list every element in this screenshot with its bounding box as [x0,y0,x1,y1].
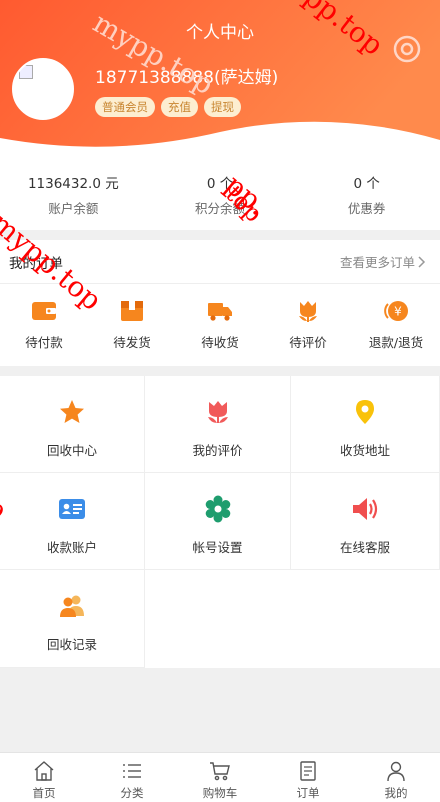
bottom-tab-bar: 首页 分类 购物车 订单 我的 [0,752,440,802]
profile-header: 个人中心 18771388888(萨达姆) 普通会员 充值 提现 [0,0,440,160]
tab-label: 我的 [384,786,408,800]
cart-icon [210,762,230,781]
grid-item-my-reviews[interactable]: 我的评价 [145,376,291,473]
tab-label: 首页 [32,786,56,800]
my-orders-section: 我的订单 查看更多订单 待付款 待发货 待收货 待评价 ¥ 退款/退货 [0,240,440,366]
star-icon [60,400,84,423]
truck-icon [208,303,232,321]
user-icon [387,761,405,782]
page-title: 个人中心 [186,23,254,43]
refund-icon: ¥ [384,301,408,321]
tab-home[interactable]: 首页 [0,753,88,802]
id-card-icon [59,499,85,519]
avatar[interactable] [12,58,74,120]
users-icon [60,595,84,617]
chevron-right-icon [418,255,426,268]
tab-label: 分类 [120,786,144,800]
tab-orders[interactable]: 订单 [264,753,352,802]
grid-item-customer-service[interactable]: 在线客服 [291,473,440,570]
stat-label: 积分余额 [195,201,246,216]
tulip-icon [207,401,228,423]
settings-gear-icon[interactable] [392,34,422,64]
grid-label: 回收中心 [46,443,97,458]
stat-value: 0 个 [353,176,380,192]
grid-item-recycle-center[interactable]: 回收中心 [0,376,145,473]
tab-label: 购物车 [202,786,238,800]
order-pending-receipt[interactable]: 待收货 [176,284,264,364]
order-pending-payment[interactable]: 待付款 [0,284,88,364]
tab-mine[interactable]: 我的 [352,753,440,802]
tab-category[interactable]: 分类 [88,753,176,802]
orders-title: 我的订单 [9,255,63,272]
stat-balance[interactable]: 1136432.0 元 账户余额 [0,160,147,230]
order-refund[interactable]: ¥ 退款/退货 [352,284,440,364]
order-label: 待付款 [25,335,63,350]
box-icon [121,301,143,321]
grid-item-address[interactable]: 收货地址 [291,376,440,473]
order-pending-review[interactable]: 待评价 [264,284,352,364]
stat-coupons[interactable]: 0 个 优惠券 [293,160,440,230]
user-name: 18771388888(萨达姆) [95,68,279,88]
gear-icon [205,495,230,523]
grid-item-account-settings[interactable]: 帐号设置 [145,473,291,570]
grid-label: 帐号设置 [192,540,243,555]
order-label: 待发货 [113,335,151,350]
member-level-badge: 普通会员 [95,97,155,117]
grid-label: 我的评价 [192,443,243,458]
grid-label: 收款账户 [46,540,97,555]
order-label: 待评价 [289,335,327,350]
order-label: 待收货 [201,335,239,350]
location-pin-icon [356,400,374,424]
view-more-label: 查看更多订单 [339,255,415,270]
grid-label: 回收记录 [46,637,97,652]
order-pending-shipment[interactable]: 待发货 [88,284,176,364]
list-icon [123,764,141,778]
grid-empty-cell [145,570,291,668]
grid-item-payment-account[interactable]: 收款账户 [0,473,145,570]
grid-label: 收货地址 [339,443,390,458]
home-icon [34,761,54,781]
flower-icon [299,301,317,322]
tab-cart[interactable]: 购物车 [176,753,264,802]
tab-label: 订单 [296,786,320,800]
grid-label: 在线客服 [339,540,390,555]
stat-label: 账户余额 [48,201,99,216]
grid-item-recycle-records[interactable]: 回收记录 [0,570,145,668]
account-stats: 1136432.0 元 账户余额 0 个 积分余额 0 个 优惠券 [0,160,440,230]
yen-glyph: ¥ [394,305,402,319]
recharge-button[interactable]: 充值 [161,97,198,117]
function-grid: 回收中心 我的评价 收货地址 收款账户 帐号设置 在线客服 回收记录 [0,376,440,668]
speaker-icon [353,498,378,520]
stat-value: 0 个 [206,176,234,192]
withdraw-button[interactable]: 提现 [204,97,241,117]
grid-empty-cell [291,570,440,668]
order-label: 退款/退货 [368,335,424,350]
order-doc-icon [300,761,316,781]
stat-value: 1136432.0 元 [27,176,119,192]
stat-points[interactable]: 0 个 积分余额 [147,160,294,230]
wallet-icon [32,302,56,320]
stat-label: 优惠券 [347,201,386,216]
view-more-orders-link[interactable]: 查看更多订单 [340,252,426,271]
